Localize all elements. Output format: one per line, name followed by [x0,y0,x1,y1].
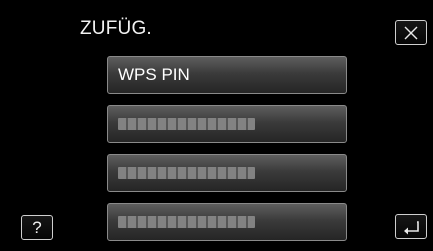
placeholder-text-graphic [118,216,255,228]
close-icon [404,26,418,39]
help-button[interactable]: ? [21,215,53,240]
list-item-empty[interactable] [107,105,347,143]
placeholder-text-graphic [118,167,255,179]
list-item-empty[interactable] [107,154,347,192]
list-item-wps-pin[interactable]: WPS PIN [107,56,347,94]
back-button[interactable] [395,214,427,239]
list-item-empty[interactable] [107,203,347,241]
back-arrow-icon [404,220,419,234]
screen: ZUFÜG. WPS PIN ? [0,0,433,251]
placeholder-text-graphic [118,118,255,130]
list-item-label: WPS PIN [118,65,190,84]
close-button[interactable] [395,20,427,45]
help-icon: ? [32,217,42,237]
page-title: ZUFÜG. [80,18,152,39]
